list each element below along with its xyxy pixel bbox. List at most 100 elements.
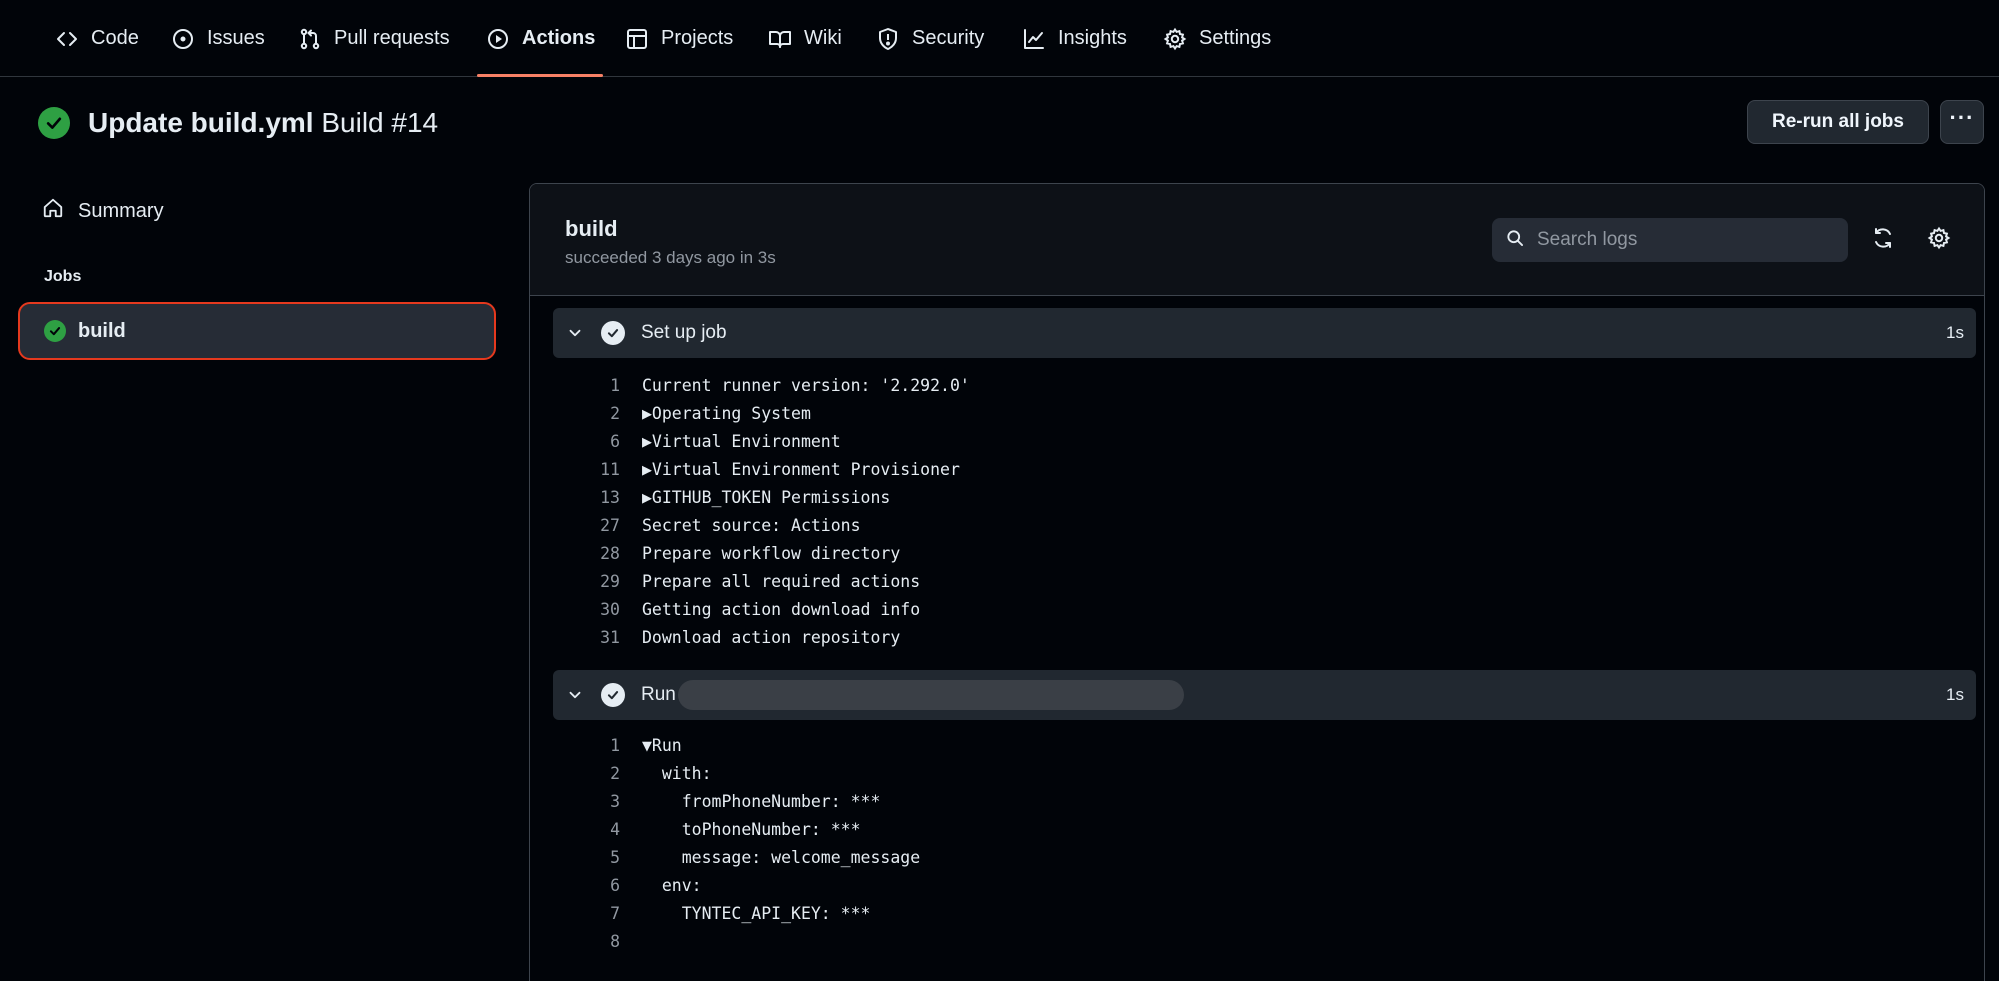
line-number[interactable]: 2 <box>550 760 620 788</box>
line-number[interactable]: 5 <box>550 844 620 872</box>
step-name: Run <box>641 684 676 705</box>
log-line: 1 Current runner version: '2.292.0' <box>530 372 1984 400</box>
line-number[interactable]: 28 <box>550 540 620 568</box>
tab-projects[interactable]: Projects <box>625 0 733 77</box>
tab-label: Actions <box>522 27 596 49</box>
tab-issues[interactable]: Issues <box>171 0 265 77</box>
home-icon <box>42 197 64 225</box>
more-options-button[interactable]: ··· <box>1940 100 1984 144</box>
step-run[interactable]: Run 1s <box>553 670 1976 720</box>
tab-pull-requests[interactable]: Pull requests <box>298 0 450 77</box>
line-number[interactable]: 8 <box>550 928 620 956</box>
line-number[interactable]: 1 <box>550 372 620 400</box>
sidebar-item-label: Summary <box>78 199 164 222</box>
log-line: 27 Secret source: Actions <box>530 512 1984 540</box>
tab-label: Settings <box>1199 27 1272 49</box>
log-line: 2 with: <box>530 760 1984 788</box>
job-header: build succeeded 3 days ago in 3s <box>530 184 1984 296</box>
gear-icon <box>1163 27 1187 51</box>
tab-code[interactable]: Code <box>55 0 139 77</box>
line-number[interactable]: 29 <box>550 568 620 596</box>
jobs-heading: Jobs <box>44 268 82 285</box>
gear-icon <box>1927 226 1951 255</box>
search-logs-box[interactable] <box>1492 218 1848 262</box>
line-number[interactable]: 2 <box>550 400 620 428</box>
line-number[interactable]: 1 <box>550 732 620 760</box>
job-log-panel: build succeeded 3 days ago in 3s Set up … <box>529 183 1985 981</box>
sync-icon <box>1871 226 1895 255</box>
tab-actions[interactable]: Actions <box>486 0 595 77</box>
chevron-down-icon <box>565 685 585 705</box>
log-line: 4 toPhoneNumber: *** <box>530 816 1984 844</box>
job-title: build <box>565 216 618 241</box>
log-text[interactable]: ▶GITHUB_TOKEN Permissions <box>642 484 890 512</box>
step-name: Set up job <box>641 322 727 343</box>
log-text: fromPhoneNumber: *** <box>642 792 881 811</box>
tab-settings[interactable]: Settings <box>1163 0 1271 77</box>
sidebar-item-label: build <box>78 319 126 342</box>
log-text[interactable]: ▶Virtual Environment <box>642 428 841 456</box>
graph-icon <box>1022 27 1046 51</box>
tab-insights[interactable]: Insights <box>1022 0 1127 77</box>
search-logs-input[interactable] <box>1537 229 1827 251</box>
line-number[interactable]: 31 <box>550 624 620 652</box>
repo-nav: Code Issues Pull requests Actions Projec… <box>0 0 1999 77</box>
refresh-button[interactable] <box>1867 224 1899 256</box>
log-text[interactable]: ▶Virtual Environment Provisioner <box>642 456 960 484</box>
chevron-down-icon <box>565 323 585 343</box>
step-duration: 1s <box>1946 323 1964 342</box>
line-number[interactable]: 11 <box>550 456 620 484</box>
sidebar-item-summary[interactable]: Summary <box>42 196 164 226</box>
rerun-all-jobs-button[interactable]: Re-run all jobs <box>1747 100 1929 144</box>
run-title-commit: Update build.yml <box>88 107 314 138</box>
log-text: with: <box>642 764 712 783</box>
step-set-up-job[interactable]: Set up job 1s <box>553 308 1976 358</box>
line-number[interactable]: 3 <box>550 788 620 816</box>
shield-icon <box>876 27 900 51</box>
run-title-row: Update build.yml Build #14 <box>38 100 438 146</box>
tab-security[interactable]: Security <box>876 0 984 77</box>
log-text: TYNTEC_API_KEY: *** <box>642 904 871 923</box>
success-check-icon <box>601 321 625 345</box>
log-text[interactable]: ▼Run <box>642 732 682 760</box>
tab-label: Projects <box>661 27 734 49</box>
book-icon <box>768 27 792 51</box>
log-line: 3 fromPhoneNumber: *** <box>530 788 1984 816</box>
log-settings-button[interactable] <box>1923 224 1955 256</box>
line-number[interactable]: 13 <box>550 484 620 512</box>
tab-label: Pull requests <box>334 27 450 49</box>
step-log-lines: 1 Current runner version: '2.292.0' 2 ▶Oper… <box>530 372 1984 652</box>
success-check-icon <box>601 683 625 707</box>
kebab-icon: ··· <box>1949 105 1975 130</box>
tab-wiki[interactable]: Wiki <box>768 0 842 77</box>
log-line: 1 ▼Run <box>530 732 1984 760</box>
table-icon <box>625 27 649 51</box>
play-circle-icon <box>486 27 510 51</box>
log-text: Prepare workflow directory <box>642 544 901 563</box>
log-line: 2 ▶Operating System <box>530 400 1984 428</box>
success-check-icon <box>38 107 70 139</box>
step-log-lines: 1 ▼Run 2 with: 3 fromPhoneNumber: *** 4 toPh… <box>530 732 1984 956</box>
step-duration: 1s <box>1946 685 1964 704</box>
job-status-text: succeeded 3 days ago in 3s <box>565 248 776 267</box>
log-text: Getting action download info <box>642 600 921 619</box>
sidebar-item-build[interactable]: build <box>18 302 496 360</box>
log-line: 5 message: welcome_message <box>530 844 1984 872</box>
log-text: Prepare all required actions <box>642 572 921 591</box>
log-text[interactable]: ▶Operating System <box>642 400 811 428</box>
line-number[interactable]: 30 <box>550 596 620 624</box>
line-number[interactable]: 6 <box>550 872 620 900</box>
log-text: env: <box>642 876 702 895</box>
page-title: Update build.yml Build #14 <box>88 107 438 139</box>
log-text: Download action repository <box>642 628 901 647</box>
log-line: 29 Prepare all required actions <box>530 568 1984 596</box>
line-number[interactable]: 7 <box>550 900 620 928</box>
log-line: 6 ▶Virtual Environment <box>530 428 1984 456</box>
line-number[interactable]: 6 <box>550 428 620 456</box>
tab-label: Issues <box>207 27 265 49</box>
log-line: 6 env: <box>530 872 1984 900</box>
run-title-build: Build #14 <box>313 107 439 138</box>
line-number[interactable]: 27 <box>550 512 620 540</box>
line-number[interactable]: 4 <box>550 816 620 844</box>
code-icon <box>55 27 79 51</box>
